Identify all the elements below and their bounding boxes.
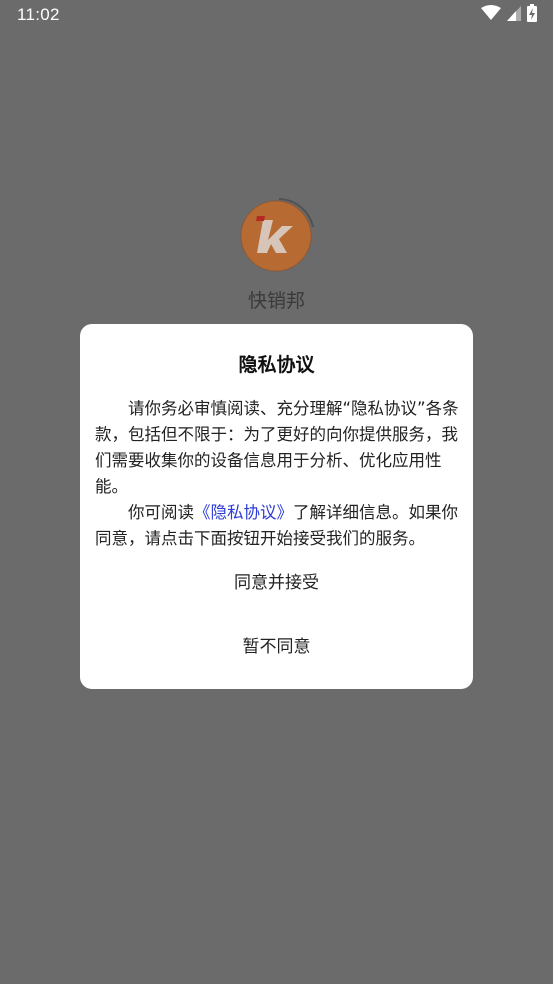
status-time: 11:02 (17, 5, 60, 24)
dialog-title: 隐私协议 (238, 354, 315, 376)
accept-button[interactable]: 同意并接受 (120, 565, 433, 601)
paragraph-2-prefix: 你可阅读 (128, 503, 194, 522)
privacy-dialog: 隐私协议 请你务必审慎阅读、充分理解“隐私协议”各条款，包括但不限于：为了更好的… (80, 324, 473, 689)
app-name: 快销邦 (247, 290, 305, 312)
decline-button[interactable]: 暂不同意 (120, 629, 433, 665)
app-logo (235, 193, 319, 277)
signal-icon (507, 5, 521, 25)
app-logo-icon (240, 198, 314, 272)
status-bar: 11:02 (0, 0, 553, 30)
privacy-paragraph-2: 你可阅读《隐私协议》了解详细信息。如果你同意，请点击下面按钮开始接受我们的服务。 (95, 500, 460, 552)
status-icons (481, 4, 537, 26)
battery-charging-icon (527, 4, 537, 26)
dialog-body: 请你务必审慎阅读、充分理解“隐私协议”各条款，包括但不限于：为了更好的向你提供服… (95, 396, 460, 552)
privacy-policy-link[interactable]: 《隐私协议》 (194, 503, 293, 522)
wifi-icon (481, 5, 501, 25)
privacy-paragraph-1: 请你务必审慎阅读、充分理解“隐私协议”各条款，包括但不限于：为了更好的向你提供服… (95, 399, 459, 496)
